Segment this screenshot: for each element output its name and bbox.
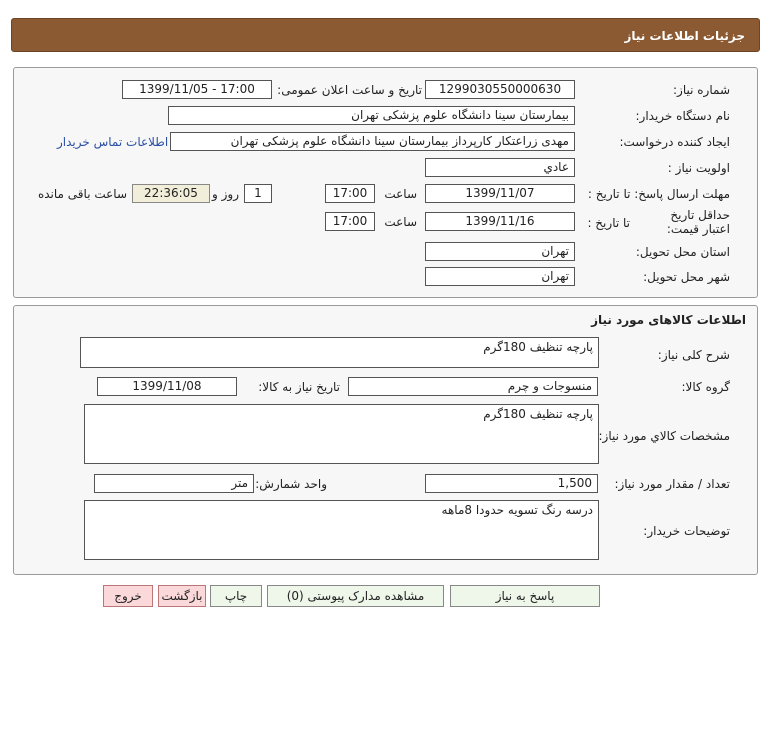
province-field: تهران <box>425 242 575 261</box>
summary-field: پارچه تنظیف 180گرم <box>80 337 599 368</box>
province-label: استان محل تحویل: <box>635 245 730 259</box>
page-title: جزئیات اطلاعات نیاز <box>624 29 745 43</box>
announce-label: تاریخ و ساعت اعلان عمومی: <box>277 83 422 97</box>
city-field: تهران <box>425 267 575 286</box>
validity-to-label: تا تاریخ : <box>587 216 630 230</box>
spec-field: پارچه تنظیف 180گرم <box>84 404 599 464</box>
requester-label: ایجاد کننده درخواست: <box>619 135 730 149</box>
validity-time-label: ساعت <box>384 215 417 229</box>
buyer-org-label: نام دستگاه خریدار: <box>635 109 731 123</box>
requester-field: مهدی زراعتکار کارپرداز بیمارستان سینا دا… <box>170 132 575 151</box>
days-label: روز و <box>212 187 239 201</box>
announce-field: 1399/11/05 - 17:00 <box>122 80 272 99</box>
qty-label: تعداد / مقدار مورد نیاز: <box>614 477 730 491</box>
priority-field: عادي <box>425 158 575 177</box>
deadline-date-field: 1399/11/07 <box>425 184 575 203</box>
deadline-time-label: ساعت <box>384 187 417 201</box>
city-label: شهر محل تحویل: <box>643 270 730 284</box>
summary-label: شرح کلی نیاز: <box>657 348 730 362</box>
exit-button[interactable]: خروج <box>103 585 153 607</box>
need-info-panel <box>13 67 758 298</box>
validity-date-field: 1399/11/16 <box>425 212 575 231</box>
need-date-field: 1399/11/08 <box>97 377 237 396</box>
remaining-label: ساعت باقی مانده <box>37 187 127 201</box>
deadline-time-field: 17:00 <box>325 184 375 203</box>
need-date-label: تاریخ نیاز به کالا: <box>258 380 340 394</box>
buyer-contact-link[interactable]: اطلاعات تماس خریدار <box>57 135 168 149</box>
validity-label: حداقل تاریخ اعتبار قیمت: <box>666 208 730 236</box>
group-label: گروه کالا: <box>681 380 731 394</box>
group-field: منسوجات و چرم <box>348 377 598 396</box>
days-field: 1 <box>244 184 272 203</box>
buyer-org-field: بیمارستان سینا دانشگاه علوم پزشکی تهران <box>168 106 575 125</box>
qty-field: 1,500 <box>425 474 598 493</box>
priority-label: اولویت نیاز : <box>667 161 730 175</box>
back-button[interactable]: بازگشت <box>158 585 206 607</box>
reply-button[interactable]: پاسخ به نیاز <box>450 585 600 607</box>
validity-time-field: 17:00 <box>325 212 375 231</box>
buyer-notes-field: درسه رنگ تسویه حدودا 8ماهه <box>84 500 599 560</box>
need-number-field: 1299030550000630 <box>425 80 575 99</box>
spec-label: مشخصات کالاي مورد نياز: <box>598 429 730 443</box>
unit-label: واحد شمارش: <box>255 477 327 491</box>
buyer-notes-label: توضیحات خریدار: <box>643 524 730 538</box>
goods-section-title: اطلاعات کالاهای مورد نیاز <box>591 313 746 327</box>
need-number-label: شماره نیاز: <box>673 83 730 97</box>
deadline-label: مهلت ارسال پاسخ: تا تاریخ : <box>587 187 730 201</box>
remaining-time-field: 22:36:05 <box>132 184 210 203</box>
unit-field: متر <box>94 474 254 493</box>
print-button[interactable]: چاپ <box>210 585 262 607</box>
attachments-button[interactable]: مشاهده مدارک پیوستی (0) <box>267 585 444 607</box>
page-header: جزئیات اطلاعات نیاز <box>11 18 760 52</box>
